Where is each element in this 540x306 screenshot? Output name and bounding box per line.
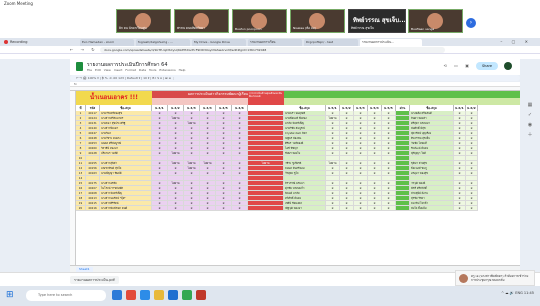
side-panel-icons[interactable]: ▦ ✓ ◉ ＋ (524, 100, 536, 180)
download-item[interactable]: รายงานผลการประเมิน.pdf (70, 276, 119, 284)
recording-indicator: Recording (4, 40, 28, 44)
cell-grade[interactable]: ผ (466, 206, 478, 211)
red-column-caption: การประเมินด้านคุณลักษณะอันพึงประสงค์ (249, 92, 283, 98)
spreadsheet-grid[interactable]: น้ำเนอนเอาคร !!! ผลการประเมินค่าวกิจกรรม… (70, 87, 520, 265)
window-controls[interactable]: – ▢ ✕ (500, 39, 532, 44)
cell-grade[interactable]: ผ (454, 206, 466, 211)
zoom-titlebar: Zoom Meeting (0, 0, 540, 7)
cell-grade[interactable]: ผ (152, 206, 168, 211)
windows-start-icon[interactable]: ⊞ (6, 291, 15, 300)
browser-tab[interactable]: My Drive - Google Drive (192, 39, 246, 46)
cell-grade[interactable]: ผ (368, 206, 382, 211)
shared-screen: Recording Evo Hamedan - zoom fogresh/dal… (0, 38, 540, 272)
notification-text: ครู เอ (นางสาวพิมพ์ลดา) ถ้าต้องการเข้าร่… (471, 274, 529, 282)
cell-grade[interactable]: ผ (184, 206, 200, 211)
participant-tile[interactable]: ทิพย์วรรณ สุขเจ็บ... ทิพย์วรรณ สุขเจ็บ (348, 9, 406, 33)
cell-number[interactable]: 20 (76, 206, 86, 211)
history-comment-meet-icon[interactable]: ⟲ ▭ ▣ (444, 63, 472, 68)
browser-tab[interactable]: รายงานผลการเรียน (248, 39, 302, 46)
browser-tab[interactable]: fogresh/dalgohumg - ... (136, 39, 190, 46)
green-section-header[interactable] (284, 91, 520, 98)
participant-tile[interactable]: พรรณ คนมหิดลวิทยา (174, 9, 229, 33)
formatting-toolbar[interactable]: ↶ ↷ 🖨 100% ▾ | ₿ % .0 .00 123 | Default … (70, 75, 520, 81)
next-page-icon[interactable]: › (466, 18, 476, 28)
cell-name[interactable]: ณัฐวุฒิ ทองมา (284, 206, 326, 211)
file-explorer-icon[interactable] (154, 290, 164, 300)
cell-grade[interactable]: ผ (326, 206, 340, 211)
app-icon[interactable] (196, 290, 206, 300)
participant-name: Buafun poonpoon (235, 27, 262, 31)
browser-tab-active[interactable]: รายงานผลการประเมิน... (360, 39, 422, 46)
browser-tab[interactable]: Drgcpoftsjn/ - test (304, 39, 358, 46)
participant-featured-name: ทิพย์วรรณ สุขเจ็บ... (353, 17, 406, 24)
address-bar-row: ← → ↻ docs.google.com/spreadsheets/d/1bT… (0, 46, 540, 54)
cell-grade[interactable]: ผ (232, 206, 248, 211)
cell-grade[interactable]: ผ (216, 206, 232, 211)
windows-taskbar: ⊞ Type here to search ^ ☁ 🔊 ENG 11:45 (0, 286, 540, 306)
lime-subheader (284, 98, 520, 105)
participant-tile[interactable]: Buafun poonpoon (232, 9, 287, 33)
chrome-icon[interactable] (126, 290, 136, 300)
record-dot-icon (4, 40, 8, 44)
red-column-header[interactable]: การประเมินด้านคุณลักษณะอันพึงประสงค์ (248, 91, 284, 105)
title-cell[interactable]: น้ำเนอนเอาคร !!! (76, 91, 152, 105)
avatar (459, 274, 468, 283)
chat-notification[interactable]: ครู เอ (นางสาวพิมพ์ลดา) ถ้าต้องการเข้าร่… (455, 270, 535, 286)
participant-name: ทิพย์วรรณ สุขเจ็บ (351, 26, 374, 30)
task-view-icon[interactable] (112, 290, 122, 300)
share-button[interactable]: Share (476, 62, 498, 70)
participant-name: Nisalaa (ห้อ ม่อ) (293, 26, 316, 30)
cell-name[interactable]: สมใจ ยิ้มแย้ม (410, 206, 454, 211)
browser-tabstrip: Recording Evo Hamedan - zoom fogresh/dal… (0, 38, 540, 46)
sheets-icon[interactable] (182, 290, 192, 300)
participant-name: พรรณ คนมหิดลวิทยา (177, 26, 205, 30)
zoom-title: Zoom Meeting (4, 1, 33, 6)
url-field[interactable]: docs.google.com/spreadsheets/d/1bTE-GjDS… (100, 47, 445, 53)
taskbar-search-input[interactable]: Type here to search (26, 290, 106, 301)
edge-icon[interactable] (140, 290, 150, 300)
zoom-icon[interactable] (168, 290, 178, 300)
nav-arrows-icon[interactable]: ← → ↻ (70, 47, 98, 52)
cell-name[interactable]: นางสาวพิมพ์ชนก คนดี (100, 206, 152, 211)
zoom-video-strip: มิก คน นักดาเรียนศูน พรรณ คนมหิดลวิทยา B… (0, 7, 540, 38)
participant-tile[interactable]: Buaflaan sanga (408, 9, 463, 33)
sheets-header: รายงานผลการประเมินปีการศึกษา 64 File Edi… (70, 59, 520, 75)
cell-grade[interactable]: ผ (200, 206, 216, 211)
participant-tile[interactable]: มิก คน นักดาเรียนศูน (116, 9, 171, 33)
participant-name: Buaflaan sanga (411, 27, 435, 31)
cell-attribute[interactable] (248, 206, 284, 211)
browser-tab[interactable]: Evo Hamedan - zoom (80, 39, 134, 46)
system-tray[interactable]: ^ ☁ 🔊 ENG 11:45 (501, 291, 534, 295)
sheet-tabs-bar: Sheet1 (70, 265, 520, 272)
recording-label: Recording (10, 40, 28, 44)
participant-name: มิก คน นักดาเรียนศูน (119, 26, 147, 30)
avatar[interactable] (504, 62, 512, 70)
cell-grade[interactable]: ผ (340, 206, 354, 211)
participant-tile[interactable]: Nisalaa (ห้อ ม่อ) (290, 9, 345, 33)
table-row[interactable]: 20 40216 นางสาวพิมพ์ชนก คนดีผผผผผผณัฐวุฒิ … (76, 206, 478, 211)
menu-bar[interactable]: File Edit View Insert Format Data Tools … (87, 68, 185, 72)
cell-id[interactable]: 40216 (86, 206, 100, 211)
cell-grade[interactable]: ผ (382, 206, 396, 211)
cell-pass-marker[interactable] (396, 206, 410, 211)
cell-grade[interactable]: ผ (354, 206, 368, 211)
cell-grade[interactable]: ผ (168, 206, 184, 211)
sheets-logo-icon[interactable] (76, 62, 83, 71)
